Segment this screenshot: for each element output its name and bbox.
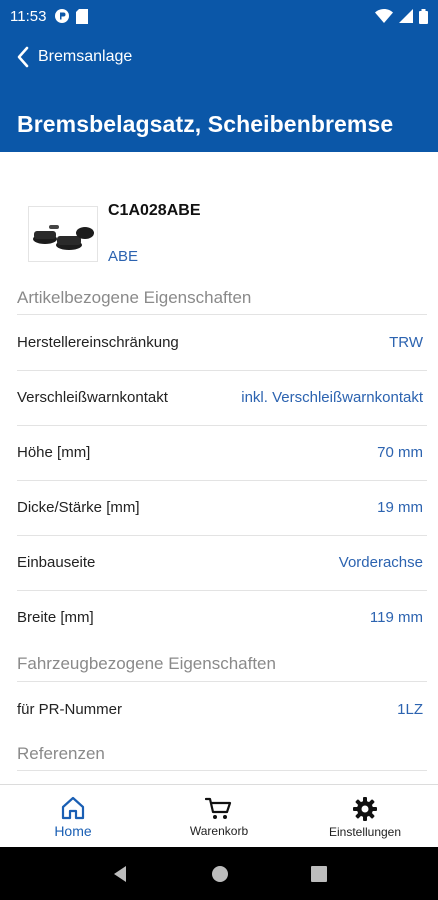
prop-row-width: Breite [mm] 119 mm: [17, 590, 427, 645]
home-circle-icon[interactable]: [211, 865, 229, 883]
sd-card-icon: [76, 8, 89, 24]
back-triangle-icon[interactable]: [111, 865, 129, 883]
prop-row-manufacturer-restriction: Herstellereinschränkung TRW: [17, 315, 427, 370]
article-brand[interactable]: ABE: [108, 248, 138, 265]
chevron-left-icon: [17, 46, 29, 68]
battery-icon: [419, 8, 428, 24]
status-time: 11:53: [10, 7, 47, 25]
prop-label: Breite [mm]: [17, 609, 94, 626]
page-title: Bremsbelagsatz, Scheibenbremse: [17, 111, 394, 137]
content-scroll[interactable]: C1A028ABE ABE Artikelbezogene Eigenschaf…: [0, 152, 438, 784]
vehicle-props-heading: Fahrzeugbezogene Eigenschaften: [17, 654, 276, 673]
prop-row-wear-contact: Verschleißwarnkontakt inkl. Verschleißwa…: [17, 370, 427, 425]
divider: [17, 770, 427, 771]
nav-cart[interactable]: Warenkorb: [146, 785, 292, 847]
prop-value[interactable]: TRW: [389, 334, 427, 351]
wifi-icon: [375, 9, 393, 23]
prop-value[interactable]: 19 mm: [377, 499, 427, 516]
nav-cart-label: Warenkorb: [189, 823, 249, 838]
back-label: Bremsanlage: [38, 48, 133, 65]
prop-label: für PR-Nummer: [17, 701, 123, 718]
gear-icon: [353, 796, 377, 821]
bottom-nav: Home Warenkorb Einstellungen: [0, 784, 438, 847]
prop-row-thickness: Dicke/Stärke [mm] 19 mm: [17, 480, 427, 535]
nav-settings-label: Einstellungen: [328, 824, 402, 839]
prop-value[interactable]: 70 mm: [377, 444, 427, 461]
prop-value[interactable]: inkl. Verschleißwarnkontakt: [241, 389, 427, 406]
media-circle-icon: [55, 9, 70, 23]
prop-value[interactable]: Vorderachse: [339, 554, 427, 571]
article-image: [28, 206, 98, 262]
status-bar: 11:53: [0, 0, 438, 32]
system-nav-bar: [0, 847, 438, 900]
signal-icon: [399, 9, 413, 23]
back-button[interactable]: Bremsanlage: [16, 46, 132, 68]
prop-label: Dicke/Stärke [mm]: [17, 499, 140, 516]
prop-row-height: Höhe [mm] 70 mm: [17, 425, 427, 480]
article-props-heading: Artikelbezogene Eigenschaften: [17, 288, 252, 307]
prop-label: Herstellereinschränkung: [17, 334, 179, 351]
prop-value[interactable]: 119 mm: [370, 609, 427, 626]
nav-home-label: Home: [54, 822, 92, 839]
prop-row-mounting-side: Einbauseite Vorderachse: [17, 535, 427, 590]
prop-label: Höhe [mm]: [17, 444, 91, 461]
prop-label: Verschleißwarnkontakt: [17, 389, 168, 406]
article-number: C1A028ABE: [108, 202, 201, 219]
article-summary: C1A028ABE ABE: [28, 202, 428, 272]
recents-square-icon[interactable]: [311, 865, 327, 882]
prop-label: Einbauseite: [17, 554, 96, 571]
nav-home[interactable]: Home: [0, 785, 146, 847]
references-heading: Referenzen: [17, 744, 105, 763]
nav-settings[interactable]: Einstellungen: [292, 785, 438, 847]
app-header: Bremsanlage Bremsbelagsatz, Scheibenbrem…: [0, 32, 438, 152]
home-icon: [61, 796, 85, 819]
cart-icon: [205, 797, 232, 819]
prop-value[interactable]: 1LZ: [397, 701, 427, 718]
prop-row-pr-number: für PR-Nummer 1LZ: [17, 682, 427, 737]
